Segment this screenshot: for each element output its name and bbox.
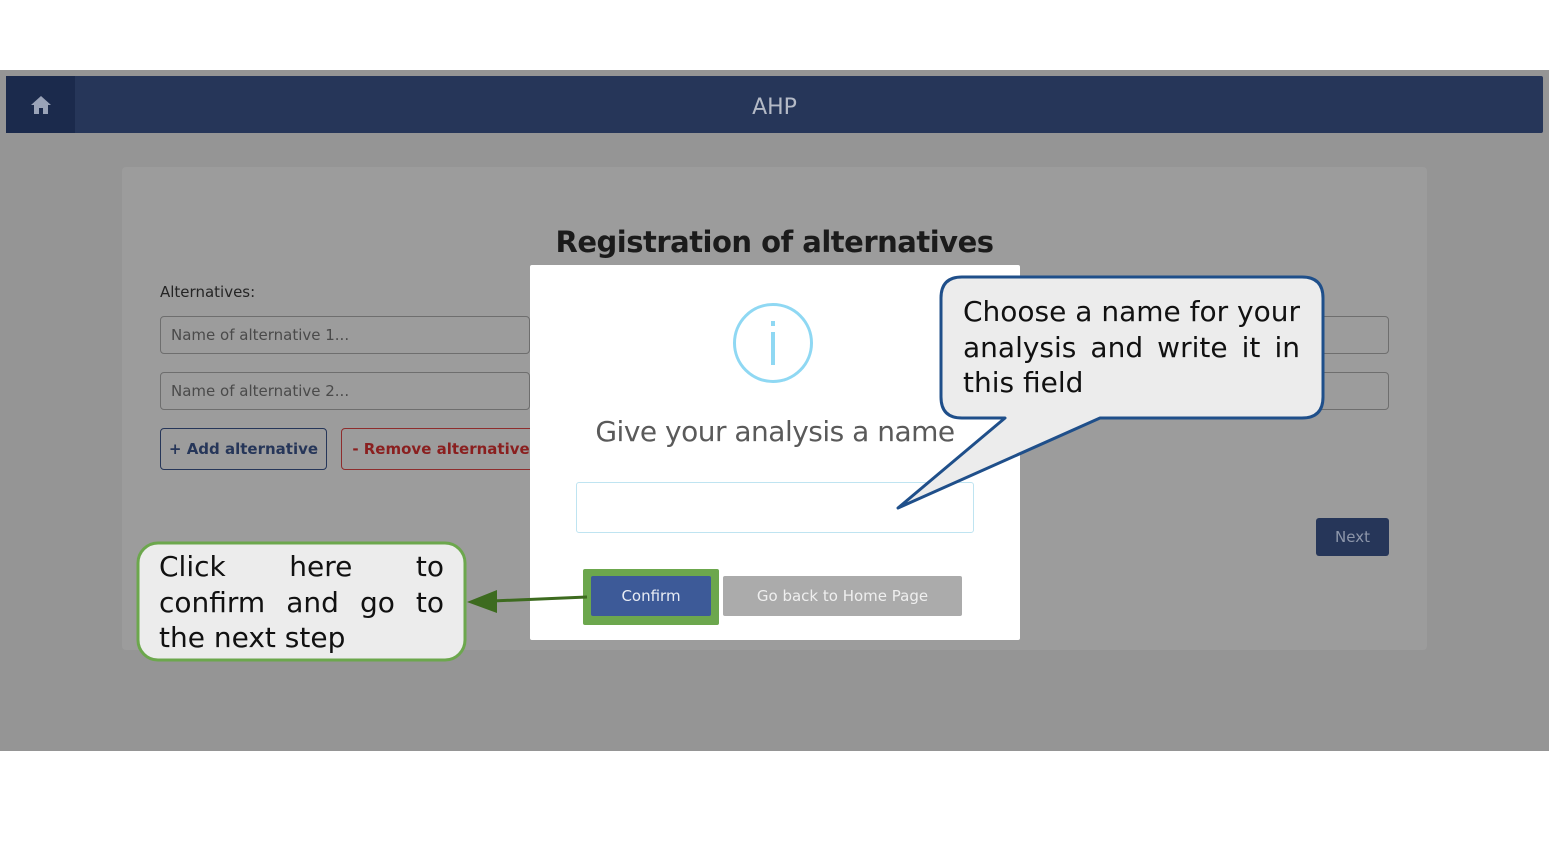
confirm-callout-text: Click here to confirm and go to the next… bbox=[159, 550, 444, 654]
confirm-callout-arrowhead bbox=[467, 590, 497, 613]
name-callout-text: Choose a name for your analysis and writ… bbox=[963, 295, 1300, 399]
callout-shapes bbox=[136, 275, 1325, 662]
confirm-callout-arrow bbox=[491, 595, 588, 603]
